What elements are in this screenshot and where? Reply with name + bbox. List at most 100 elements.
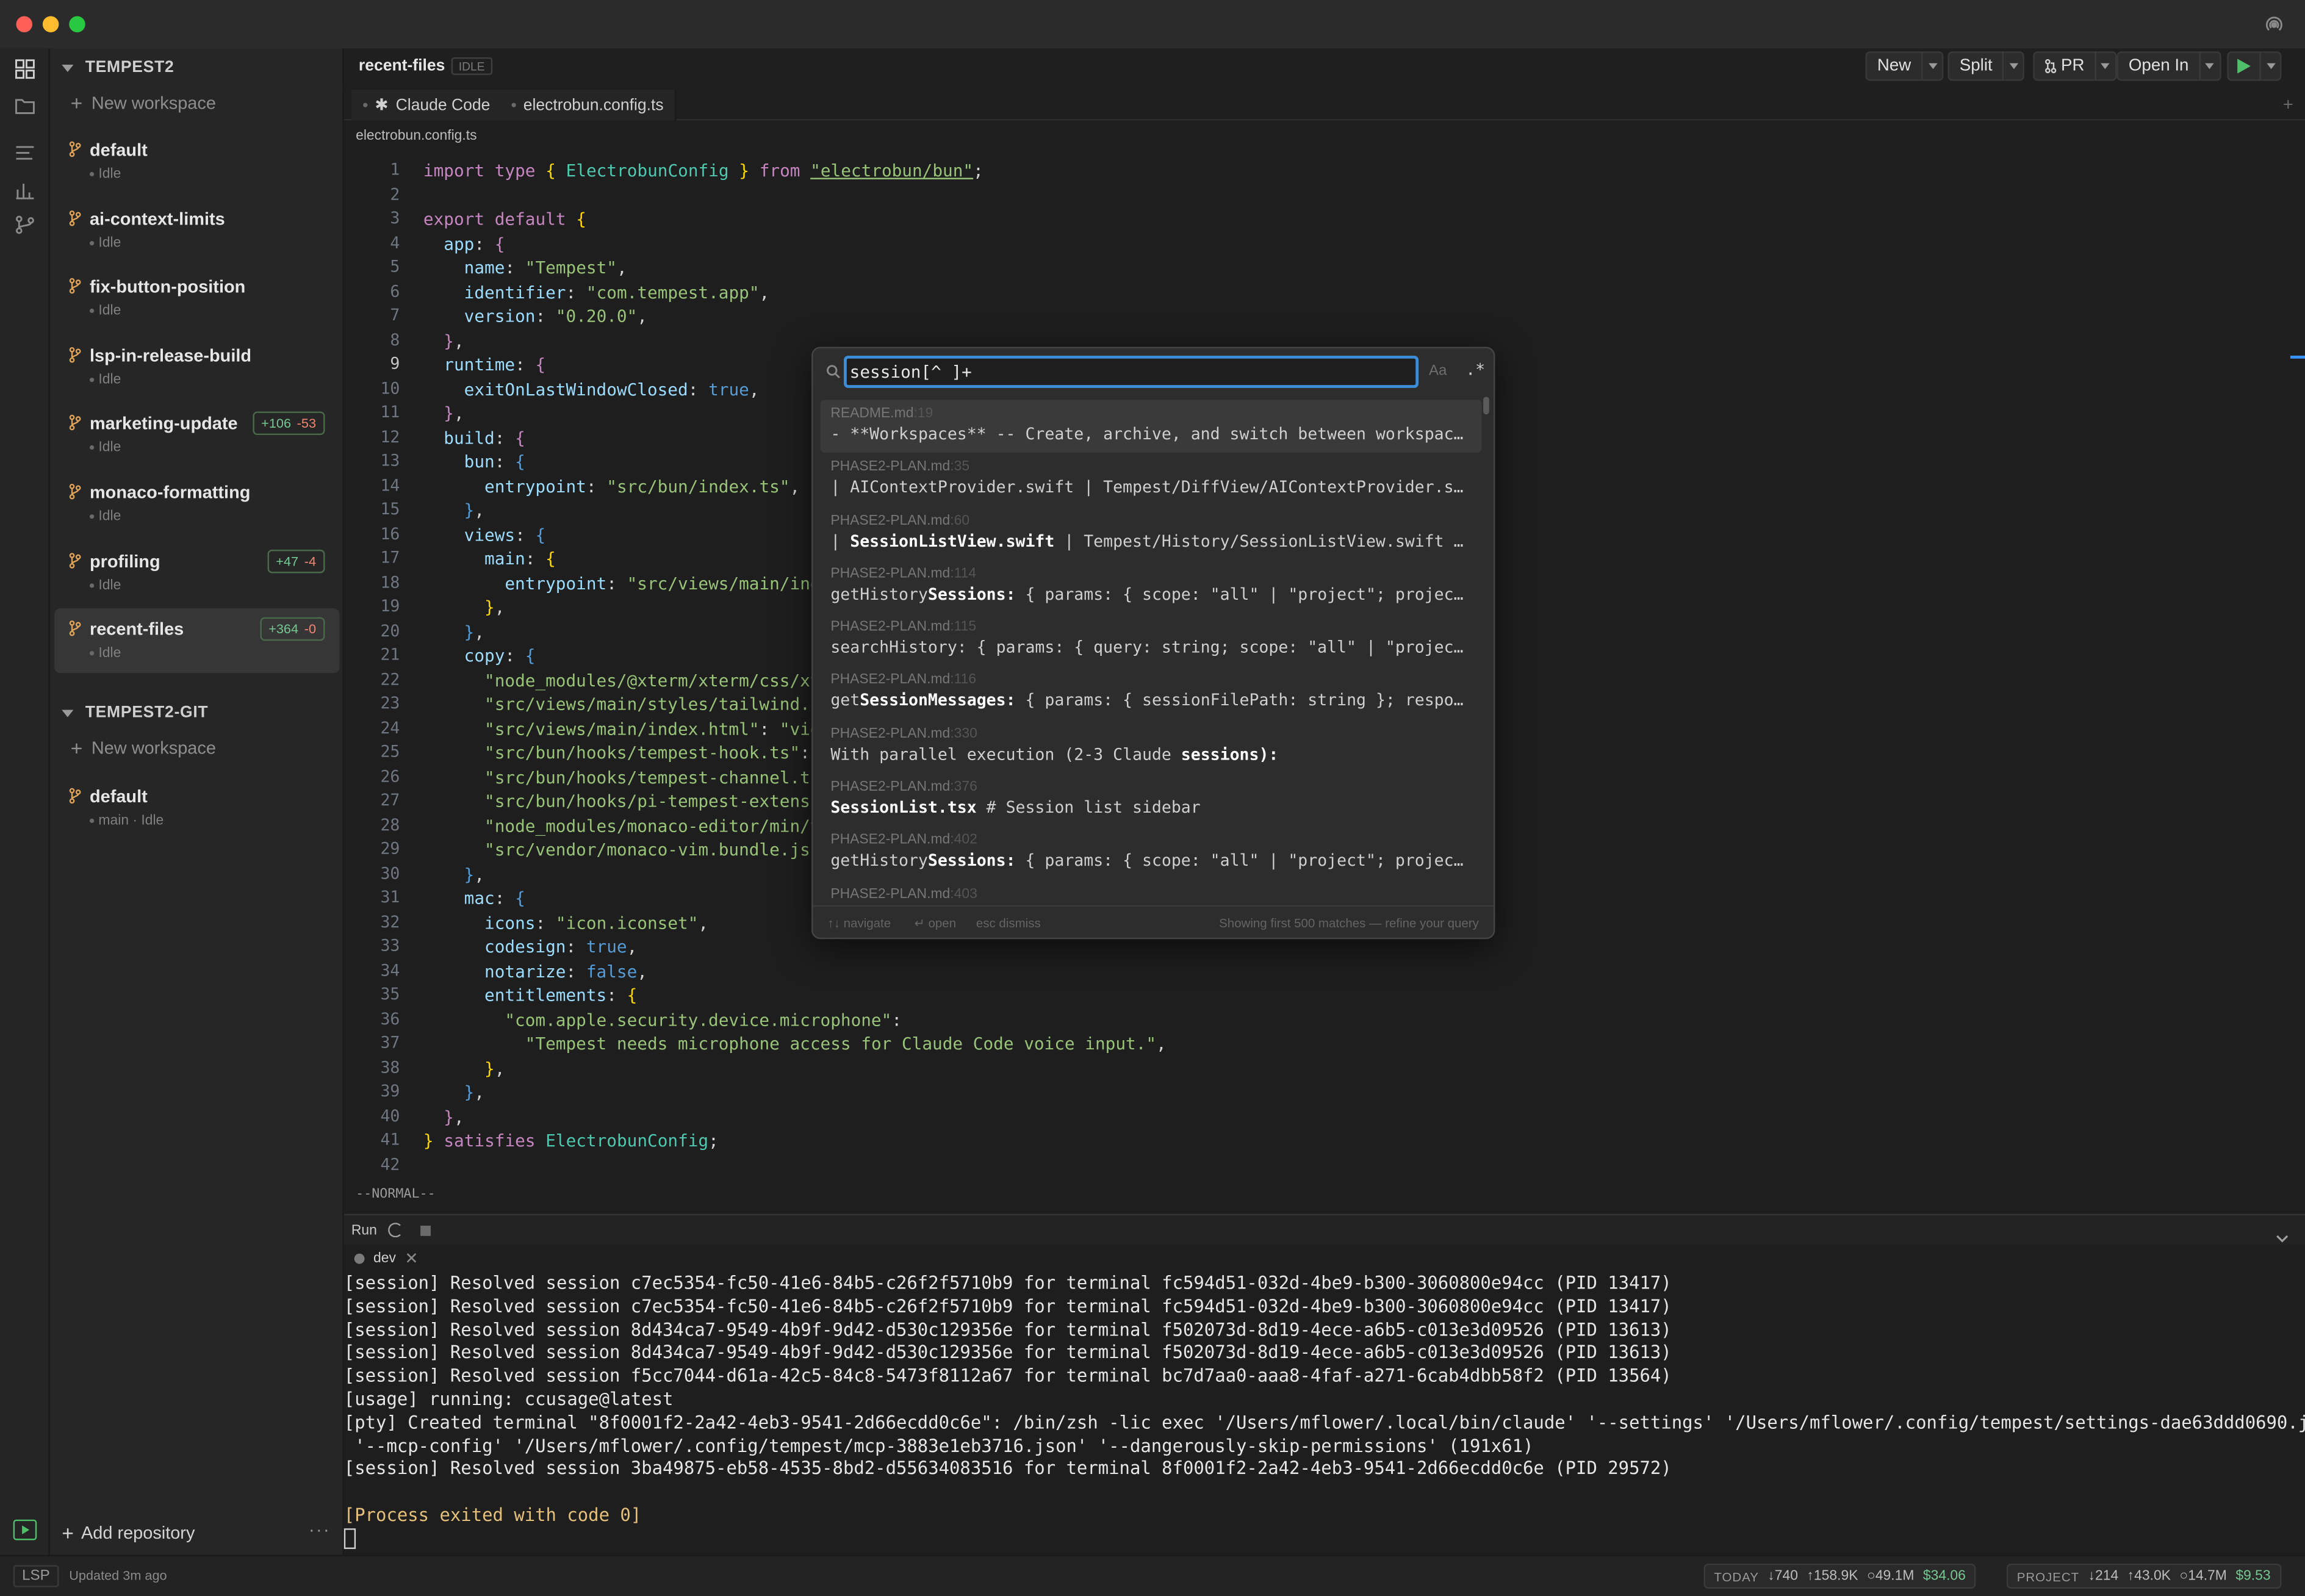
code-line[interactable]: version: "0.20.0", — [423, 304, 2276, 329]
search-result[interactable]: PHASE2-PLAN.md:330 With parallel executio… — [820, 720, 1481, 773]
workspace-item[interactable]: lsp-in-release-build Idle — [54, 335, 339, 400]
new-workspace-button[interactable]: + New workspace — [71, 736, 216, 760]
result-text-after: { params: { scope: "all" | "project"; pr… — [1015, 851, 1472, 871]
pr-dropdown-button[interactable] — [2095, 51, 2115, 81]
code-line[interactable]: name: "Tempest", — [423, 256, 2276, 280]
result-file-name: README.md — [830, 405, 914, 422]
code-line[interactable]: }, — [423, 1104, 2276, 1129]
result-line-number: :403 — [950, 885, 977, 902]
code-line[interactable]: "Tempest needs microphone access for Cla… — [423, 1032, 2276, 1056]
stop-icon[interactable] — [420, 1225, 431, 1236]
pr-button[interactable]: PR — [2033, 51, 2117, 81]
match-case-toggle[interactable]: Aa — [1429, 363, 1447, 379]
code-line[interactable] — [423, 183, 2276, 207]
search-input[interactable] — [844, 355, 1419, 388]
line-number: 7 — [390, 306, 400, 325]
line-number: 26 — [380, 766, 400, 786]
result-match: Sessions: — [927, 584, 1016, 604]
process-tab-dev[interactable]: dev ✕ — [354, 1249, 419, 1268]
open-in-button[interactable]: Open In — [2116, 51, 2221, 81]
tab-claude-code[interactable]: ✱ Claude Code — [351, 89, 504, 121]
folder-icon[interactable] — [15, 96, 35, 117]
code-line[interactable]: }, — [423, 1056, 2276, 1080]
search-result[interactable]: README.md:19 - **Workspaces** -- Create, … — [820, 400, 1482, 453]
search-result[interactable]: PHASE2-PLAN.md:402 getHistorySessions: { … — [820, 827, 1481, 880]
branch-icon — [69, 620, 81, 636]
results-scrollbar[interactable] — [1483, 397, 1489, 415]
workspace-item[interactable]: default Idle — [54, 129, 339, 194]
workspace-status-dot — [89, 651, 95, 656]
code-line[interactable]: notarize: false, — [423, 959, 2276, 983]
line-number: 12 — [380, 426, 400, 447]
breadcrumb[interactable]: electrobun.config.ts — [356, 128, 477, 144]
run-button[interactable] — [2227, 51, 2282, 81]
search-result[interactable]: PHASE2-PLAN.md:116 getSessionMessages: { … — [820, 666, 1481, 719]
chevron-down-icon — [1928, 63, 1937, 70]
workspace-status: Idle — [98, 439, 121, 456]
close-window-button[interactable] — [16, 16, 33, 32]
terminal-prompt[interactable] — [343, 1528, 2305, 1551]
outline-icon[interactable] — [15, 143, 35, 164]
repo-header[interactable]: TEMPEST2 — [62, 54, 174, 81]
new-dropdown-button[interactable] — [1921, 51, 1942, 81]
new-button[interactable]: New — [1865, 51, 1944, 81]
split-dropdown-button[interactable] — [2002, 51, 2024, 81]
workspace-item[interactable]: monaco-formatting Idle — [54, 472, 339, 536]
run-panel-icon[interactable] — [13, 1519, 37, 1540]
code-line[interactable]: }, — [423, 1080, 2276, 1104]
workspace-status-dot — [89, 514, 95, 519]
add-repository-button[interactable]: + Add repository — [62, 1521, 195, 1545]
lsp-status[interactable]: LSP — [13, 1565, 59, 1587]
usage-project[interactable]: PROJECT ↓214 ↑43.0K ○14.7M $9.53 — [2006, 1564, 2281, 1589]
split-button[interactable]: Split — [1947, 51, 2025, 81]
workspace-item[interactable]: recent-files Idle +364 -0 — [54, 608, 340, 674]
usage-today[interactable]: TODAY ↓740 ↑158.9K ○49.1M $34.06 — [1703, 1564, 1976, 1589]
result-line-text: - **Workspaces** -- Create, archive, and… — [830, 425, 1472, 444]
run-dropdown-button[interactable] — [2259, 51, 2280, 81]
new-workspace-button[interactable]: + New workspace — [71, 91, 216, 115]
code-line[interactable] — [423, 1153, 2276, 1177]
code-line[interactable]: } satisfies ElectrobunConfig; — [423, 1129, 2276, 1153]
terminal-output[interactable]: [session] Resolved session c7ec5354-fc50… — [343, 1273, 2305, 1555]
restart-icon[interactable] — [388, 1223, 403, 1238]
code-line[interactable]: app: { — [423, 231, 2276, 256]
result-line-number: :114 — [950, 566, 977, 582]
code-line[interactable]: "com.apple.security.device.microphone": — [423, 1007, 2276, 1032]
close-icon[interactable]: ✕ — [405, 1249, 418, 1268]
workspace-item[interactable]: ai-context-limits Idle — [54, 198, 339, 263]
workspace-name: fix-button-position — [89, 276, 246, 297]
result-file: PHASE2-PLAN.md:330 — [830, 725, 1472, 741]
search-result[interactable]: PHASE2-PLAN.md:60 | SessionListView.swift… — [820, 506, 1481, 559]
workspace-item[interactable]: default main · Idle — [54, 776, 339, 841]
code-line[interactable]: import type { ElectrobunConfig } from "e… — [423, 159, 2276, 183]
more-icon[interactable]: ··· — [309, 1520, 331, 1540]
stats-icon[interactable] — [15, 179, 35, 200]
broadcast-icon[interactable] — [2264, 15, 2285, 35]
search-result[interactable]: PHASE2-PLAN.md:114 getHistorySessions: { … — [820, 560, 1481, 613]
search-result[interactable]: PHASE2-PLAN.md:115 searchHistory: { param… — [820, 613, 1481, 666]
diff-stat-badge: +47 -4 — [267, 549, 325, 573]
repo-header[interactable]: TEMPEST2-GIT — [62, 700, 208, 726]
code-line[interactable]: export default { — [423, 207, 2276, 232]
collapse-panel-button[interactable] — [2276, 1227, 2289, 1248]
source-control-icon[interactable] — [15, 215, 35, 235]
new-tab-button[interactable]: + — [2283, 94, 2293, 115]
regex-toggle[interactable]: .* — [1465, 360, 1485, 379]
workspace-item[interactable]: profiling Idle +47 -4 — [54, 541, 339, 605]
workspaces-icon[interactable] — [15, 59, 35, 79]
result-text-before: | — [830, 531, 850, 551]
search-result[interactable]: PHASE2-PLAN.md:35 | AIContextProvider.swi… — [820, 453, 1481, 506]
search-result[interactable]: PHASE2-PLAN.md:403 — [820, 880, 1481, 904]
code-line[interactable]: entitlements: { — [423, 983, 2276, 1008]
workspace-item[interactable]: fix-button-position Idle — [54, 266, 339, 331]
line-number: 14 — [380, 475, 400, 495]
open-in-dropdown-button[interactable] — [2199, 51, 2220, 81]
result-file: PHASE2-PLAN.md:376 — [830, 779, 1472, 795]
workspace-status: Idle — [98, 645, 121, 661]
tab-electrobun-config[interactable]: electrobun.config.ts — [500, 89, 677, 121]
zoom-window-button[interactable] — [69, 16, 85, 32]
minimize-window-button[interactable] — [42, 16, 59, 32]
workspace-item[interactable]: marketing-update Idle +106 -53 — [54, 403, 339, 467]
code-line[interactable]: identifier: "com.tempest.app", — [423, 280, 2276, 304]
search-result[interactable]: PHASE2-PLAN.md:376 SessionList.tsx # Sess… — [820, 773, 1481, 826]
